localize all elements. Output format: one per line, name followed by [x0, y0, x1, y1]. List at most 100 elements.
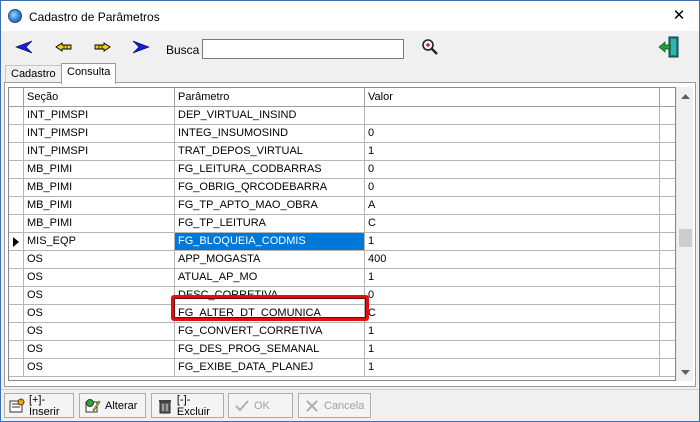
next-record-button[interactable]: [89, 36, 115, 58]
cell-parametro[interactable]: DEP_VIRTUAL_INSIND: [175, 107, 365, 124]
table-row[interactable]: INT_PIMSPI DEP_VIRTUAL_INSIND: [9, 107, 675, 125]
row-indicator: [9, 269, 24, 286]
first-record-icon: [15, 40, 33, 54]
table-row[interactable]: MB_PIMI FG_LEITURA_CODBARRAS 0: [9, 161, 675, 179]
table-row[interactable]: MB_PIMI FG_TP_LEITURA C: [9, 215, 675, 233]
cell-valor[interactable]: 1: [365, 269, 660, 286]
alterar-button[interactable]: Alterar: [79, 393, 146, 418]
scrollbar-thumb[interactable]: [679, 229, 692, 247]
cell-secao[interactable]: MIS_EQP: [24, 233, 175, 250]
indicator-header: [9, 88, 24, 107]
cell-parametro[interactable]: FG_OBRIG_QRCODEBARRA: [175, 179, 365, 196]
row-indicator: [9, 179, 24, 196]
tab-cadastro[interactable]: Cadastro: [5, 65, 62, 83]
cell-parametro[interactable]: FG_LEITURA_CODBARRAS: [175, 161, 365, 178]
cell-parametro[interactable]: TRAT_DEPOS_VIRTUAL: [175, 143, 365, 160]
cell-parametro[interactable]: INTEG_INSUMOSIND: [175, 125, 365, 142]
cell-secao[interactable]: INT_PIMSPI: [24, 107, 175, 124]
next-record-icon: [94, 42, 111, 52]
table-row[interactable]: MB_PIMI FG_TP_APTO_MAO_OBRA A: [9, 197, 675, 215]
close-button[interactable]: ✕: [661, 4, 697, 28]
cell-secao[interactable]: MB_PIMI: [24, 197, 175, 214]
cell-valor[interactable]: 0: [365, 287, 660, 304]
alterar-label: Alterar: [105, 399, 138, 412]
table-row[interactable]: OS ATUAL_AP_MO 1: [9, 269, 675, 287]
cell-parametro[interactable]: FG_TP_APTO_MAO_OBRA: [175, 197, 365, 214]
busca-input[interactable]: [202, 39, 404, 59]
cancela-button[interactable]: Cancela: [298, 393, 371, 418]
cell-parametro[interactable]: APP_MOGASTA: [175, 251, 365, 268]
cell-parametro[interactable]: FG_DES_PROG_SEMANAL: [175, 341, 365, 358]
cell-secao[interactable]: OS: [24, 251, 175, 268]
table-row[interactable]: OS APP_MOGASTA 400: [9, 251, 675, 269]
cell-valor[interactable]: 0: [365, 125, 660, 142]
cell-valor[interactable]: 0: [365, 161, 660, 178]
last-record-icon: [132, 40, 150, 54]
table-row[interactable]: OS DESC_CORRETIVA 0: [9, 287, 675, 305]
table-row[interactable]: OS FG_CONVERT_CORRETIVA 1: [9, 323, 675, 341]
search-button[interactable]: [419, 36, 441, 58]
cell-parametro[interactable]: FG_CONVERT_CORRETIVA: [175, 323, 365, 340]
cancela-label: Cancela: [324, 399, 365, 412]
exit-button[interactable]: [655, 33, 683, 61]
cell-secao[interactable]: INT_PIMSPI: [24, 125, 175, 142]
scroll-up-icon: [681, 93, 690, 99]
cell-secao[interactable]: MB_PIMI: [24, 179, 175, 196]
cell-secao[interactable]: OS: [24, 323, 175, 340]
vertical-scrollbar[interactable]: [676, 87, 693, 381]
excluir-button[interactable]: [-]-Excluir: [151, 393, 224, 418]
cell-secao[interactable]: OS: [24, 341, 175, 358]
table-row[interactable]: OS FG_ALTER_DT_COMUNICA C: [9, 305, 675, 323]
row-indicator: [9, 323, 24, 340]
previous-record-button[interactable]: [51, 36, 77, 58]
cell-valor[interactable]: C: [365, 305, 660, 322]
busca-label: Busca: [166, 43, 200, 57]
cell-secao[interactable]: OS: [24, 305, 175, 322]
inserir-label: [+]-Inserir: [28, 393, 60, 418]
cell-parametro[interactable]: FG_ALTER_DT_COMUNICA: [175, 305, 365, 322]
cell-valor[interactable]: C: [365, 215, 660, 232]
cell-parametro[interactable]: DESC_CORRETIVA: [175, 287, 365, 304]
cell-valor[interactable]: A: [365, 197, 660, 214]
cell-parametro[interactable]: FG_EXIBE_DATA_PLANEJ: [175, 359, 365, 376]
cell-valor[interactable]: 1: [365, 359, 660, 376]
cell-valor[interactable]: [365, 107, 660, 124]
cell-parametro[interactable]: FG_TP_LEITURA: [175, 215, 365, 232]
title-bar: Cadastro de Parâmetros ✕: [1, 1, 699, 31]
header-valor[interactable]: Valor: [365, 88, 660, 107]
cell-parametro[interactable]: ATUAL_AP_MO: [175, 269, 365, 286]
cell-valor[interactable]: 1: [365, 323, 660, 340]
scroll-up-button[interactable]: [677, 87, 694, 104]
tab-bar: Cadastro Consulta: [1, 63, 699, 84]
header-parametro[interactable]: Parâmetro: [175, 88, 365, 107]
table-row-selected[interactable]: MIS_EQP FG_BLOQUEIA_CODMIS 1: [9, 233, 675, 251]
cell-secao[interactable]: OS: [24, 287, 175, 304]
table-row[interactable]: OS FG_DES_PROG_SEMANAL 1: [9, 341, 675, 359]
cell-valor[interactable]: 1: [365, 143, 660, 160]
cell-secao[interactable]: MB_PIMI: [24, 161, 175, 178]
cell-valor[interactable]: 1: [365, 233, 660, 250]
table-row[interactable]: MB_PIMI FG_OBRIG_QRCODEBARRA 0: [9, 179, 675, 197]
cell-valor[interactable]: 400: [365, 251, 660, 268]
cell-valor[interactable]: 0: [365, 179, 660, 196]
first-record-button[interactable]: [11, 36, 37, 58]
header-secao[interactable]: Seção: [24, 88, 175, 107]
scroll-down-button[interactable]: [677, 364, 694, 381]
parameters-grid[interactable]: Seção Parâmetro Valor INT_PIMSPI DEP_VIRT…: [8, 87, 676, 381]
scroll-down-icon: [681, 369, 690, 375]
cell-secao[interactable]: OS: [24, 359, 175, 376]
table-row[interactable]: INT_PIMSPI INTEG_INSUMOSIND 0: [9, 125, 675, 143]
tab-consulta[interactable]: Consulta: [61, 63, 117, 84]
last-record-button[interactable]: [128, 36, 154, 58]
table-row[interactable]: INT_PIMSPI TRAT_DEPOS_VIRTUAL 1: [9, 143, 675, 161]
ok-button[interactable]: OK: [228, 393, 293, 418]
cell-valor[interactable]: 1: [365, 341, 660, 358]
row-indicator: [9, 125, 24, 142]
cell-secao[interactable]: OS: [24, 269, 175, 286]
inserir-button[interactable]: [+]-Inserir: [4, 393, 74, 418]
table-row[interactable]: OS FG_EXIBE_DATA_PLANEJ 1: [9, 359, 675, 377]
cell-parametro-selected[interactable]: FG_BLOQUEIA_CODMIS: [175, 233, 365, 250]
cell-secao[interactable]: MB_PIMI: [24, 215, 175, 232]
cancel-x-icon: [303, 397, 321, 415]
cell-secao[interactable]: INT_PIMSPI: [24, 143, 175, 160]
